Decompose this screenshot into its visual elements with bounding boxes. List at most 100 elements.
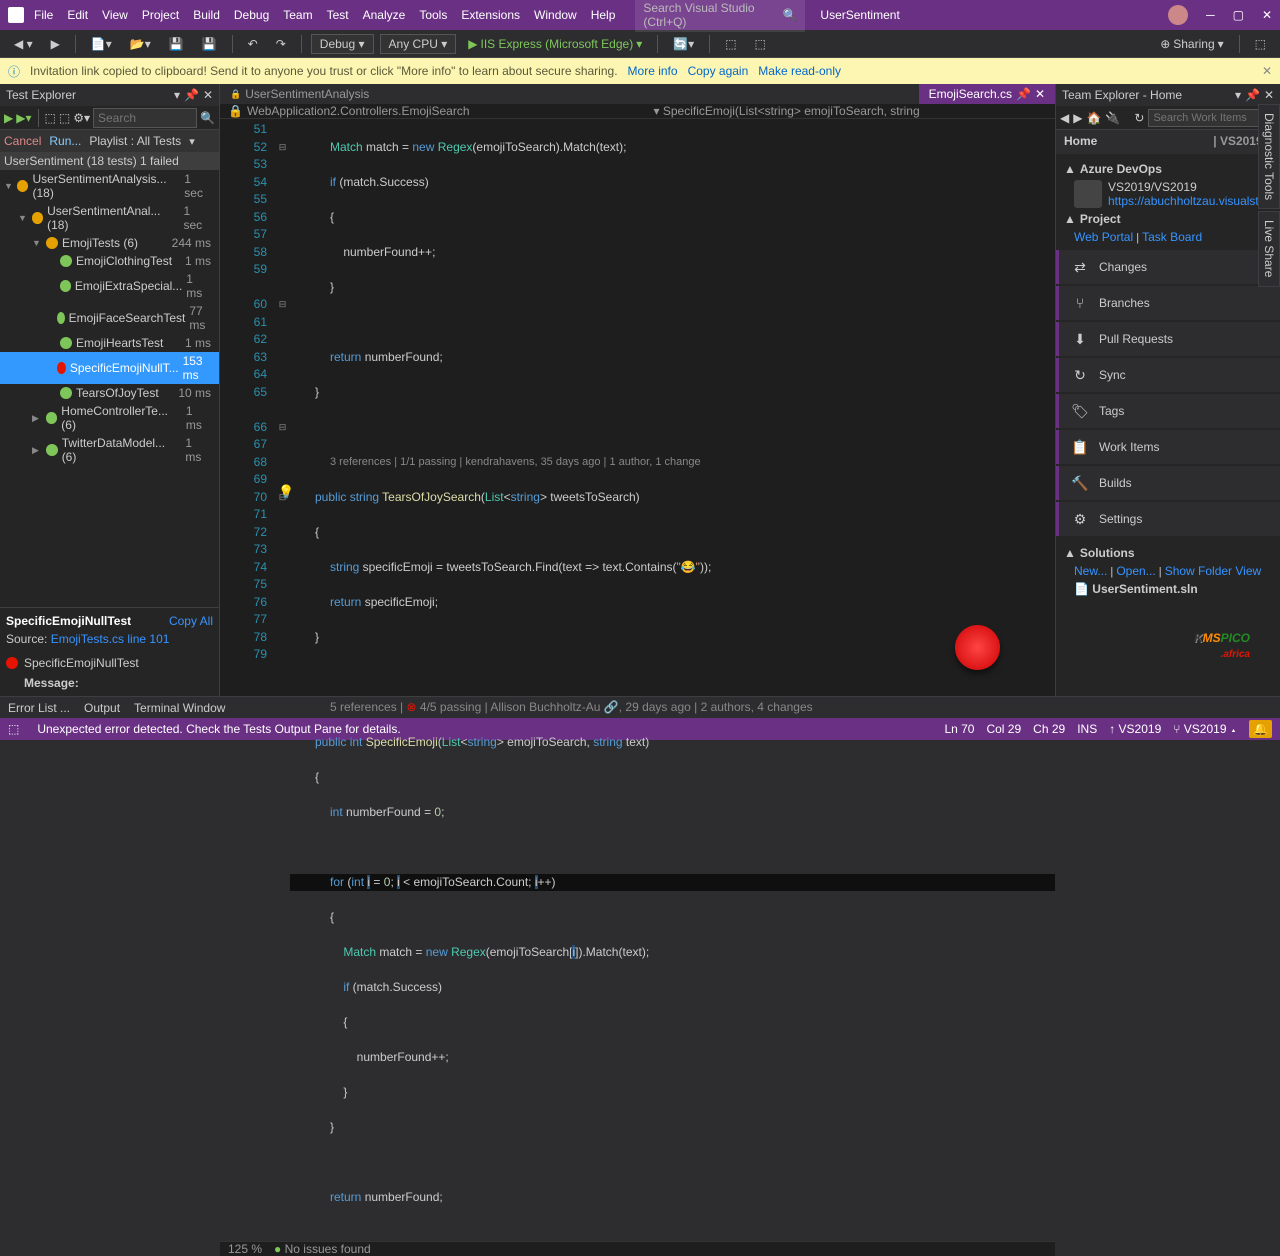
project-section[interactable]: ▲ Project: [1064, 212, 1272, 226]
open-button[interactable]: 📂▾: [124, 35, 157, 53]
test-tree-row[interactable]: ▶HomeControllerTe... (6)1 ms: [0, 402, 219, 434]
menu-test[interactable]: Test: [327, 8, 349, 22]
web-portal-link[interactable]: Web Portal: [1074, 230, 1133, 244]
action-builds[interactable]: 🔨Builds: [1056, 466, 1280, 500]
azure-devops-section[interactable]: ▲ Azure DevOps: [1064, 162, 1272, 176]
test-tree-row[interactable]: ▼UserSentimentAnal... (18)1 sec: [0, 202, 219, 234]
menu-extensions[interactable]: Extensions: [461, 8, 520, 22]
pin-icon[interactable]: 📌: [184, 88, 199, 102]
panel-close-icon[interactable]: ✕: [203, 88, 213, 102]
menu-debug[interactable]: Debug: [234, 8, 269, 22]
search-icon[interactable]: 🔍: [200, 111, 215, 125]
filter-icon[interactable]: ⬚: [59, 111, 70, 125]
dropdown-icon[interactable]: ▾: [1235, 88, 1241, 102]
pin-icon[interactable]: 📌: [1245, 88, 1260, 102]
action-branches[interactable]: ⑂Branches: [1056, 286, 1280, 320]
live-share-tab[interactable]: Live Share: [1258, 211, 1280, 286]
more-info-link[interactable]: More info: [628, 64, 678, 78]
task-board-link[interactable]: Task Board: [1142, 230, 1202, 244]
run-button[interactable]: ▶ IIS Express (Microsoft Edge) ▾: [462, 35, 648, 53]
status-branch[interactable]: ⑂ VS2019 ▴: [1173, 722, 1237, 736]
action-tags[interactable]: 🏷Tags: [1056, 394, 1280, 428]
make-readonly-link[interactable]: Make read-only: [758, 64, 841, 78]
maximize-button[interactable]: ▢: [1233, 8, 1244, 22]
nav-fwd-button[interactable]: ▶: [45, 35, 66, 53]
minimize-button[interactable]: ─: [1206, 8, 1215, 22]
menu-view[interactable]: View: [102, 8, 128, 22]
test-search-input[interactable]: [93, 108, 197, 128]
action-work-items[interactable]: 📋Work Items: [1056, 430, 1280, 464]
action-pull-requests[interactable]: ⬇Pull Requests: [1056, 322, 1280, 356]
run-all-icon[interactable]: ▶: [4, 111, 13, 125]
platform-dropdown[interactable]: Any CPU ▾: [380, 34, 457, 54]
source-link[interactable]: EmojiTests.cs line 101: [51, 632, 170, 646]
test-tree-row[interactable]: EmojiExtraSpecial...1 ms: [0, 270, 219, 302]
back-icon[interactable]: ◀: [1060, 111, 1069, 125]
cancel-link[interactable]: Cancel: [4, 134, 41, 148]
menu-edit[interactable]: Edit: [67, 8, 88, 22]
action-settings[interactable]: ⚙Settings: [1056, 502, 1280, 536]
browser-link-icon[interactable]: ⬚: [719, 35, 742, 53]
config-dropdown[interactable]: Debug ▾: [311, 34, 374, 54]
menu-build[interactable]: Build: [193, 8, 220, 22]
run-icon[interactable]: ▶▾: [16, 111, 31, 125]
tab-usersentiment[interactable]: 🔒UserSentimentAnalysis: [220, 84, 379, 104]
test-tree-row[interactable]: EmojiClothingTest1 ms: [0, 252, 219, 270]
test-tree-row[interactable]: ▼UserSentimentAnalysis... (18)1 sec: [0, 170, 219, 202]
action-sync[interactable]: ↻Sync: [1056, 358, 1280, 392]
error-list-tab[interactable]: Error List ...: [8, 701, 70, 715]
run-link[interactable]: Run...: [49, 134, 81, 148]
refresh-icon[interactable]: ↻: [1134, 111, 1144, 125]
live-share-button[interactable]: ⊕ Sharing ▾: [1154, 35, 1229, 53]
test-tree-row[interactable]: ▶TwitterDataModel... (6)1 ms: [0, 434, 219, 466]
menu-window[interactable]: Window: [534, 8, 577, 22]
codelens[interactable]: 5 references | ⊗ 4/5 passing | Allison B…: [290, 699, 1055, 717]
lightbulb-icon[interactable]: 💡: [278, 484, 294, 500]
playlist-link[interactable]: Playlist : All Tests: [89, 134, 181, 148]
save-all-button[interactable]: 💾: [196, 35, 223, 53]
new-project-button[interactable]: 📄▾: [85, 35, 118, 53]
status-ins[interactable]: INS: [1077, 722, 1097, 736]
folder-view-link[interactable]: Show Folder View: [1165, 564, 1262, 578]
menu-file[interactable]: File: [34, 8, 53, 22]
save-button[interactable]: 💾: [163, 35, 190, 53]
undo-button[interactable]: ↶: [242, 35, 264, 53]
menu-team[interactable]: Team: [283, 8, 312, 22]
tab-close-icon[interactable]: ✕: [1035, 87, 1045, 101]
code-editor[interactable]: Match match = new Regex(emojiToSearch).M…: [290, 119, 1055, 1241]
group-icon[interactable]: ⬚: [45, 111, 56, 125]
menu-analyze[interactable]: Analyze: [363, 8, 406, 22]
fwd-icon[interactable]: ▶: [1073, 111, 1082, 125]
test-tree-row[interactable]: EmojiHeartsTest1 ms: [0, 334, 219, 352]
copy-again-link[interactable]: Copy again: [688, 64, 749, 78]
status-repo[interactable]: ↑ VS2019: [1109, 722, 1161, 736]
zoom-level[interactable]: 125 %: [228, 1242, 262, 1256]
open-link[interactable]: Open...: [1116, 564, 1155, 578]
redo-button[interactable]: ↷: [270, 35, 292, 53]
output-tab[interactable]: Output: [84, 701, 120, 715]
new-link[interactable]: New...: [1074, 564, 1107, 578]
issues-status[interactable]: ● No issues found: [274, 1242, 371, 1256]
action-changes[interactable]: ⇄Changes: [1056, 250, 1280, 284]
quick-launch-search[interactable]: Search Visual Studio (Ctrl+Q)🔍: [635, 0, 805, 32]
menu-help[interactable]: Help: [591, 8, 616, 22]
nav-back-button[interactable]: ◀ ▾: [8, 35, 39, 53]
test-tree-row[interactable]: EmojiFaceSearchTest77 ms: [0, 302, 219, 334]
close-button[interactable]: ✕: [1262, 8, 1272, 22]
user-avatar[interactable]: [1168, 5, 1188, 25]
pin-icon[interactable]: 📌: [1016, 87, 1031, 101]
panel-close-icon[interactable]: ✕: [1264, 88, 1274, 102]
notifications-icon[interactable]: 🔔: [1249, 720, 1272, 738]
infobar-close-icon[interactable]: ✕: [1262, 64, 1272, 78]
breadcrumb-class[interactable]: WebApplication2.Controllers.EmojiSearch: [247, 104, 470, 118]
settings-icon[interactable]: ⚙▾: [73, 111, 90, 125]
test-tree-row[interactable]: SpecificEmojiNullT...153 ms: [0, 352, 219, 384]
devops-url-link[interactable]: https://abuchholtzau.visualstudio....: [1108, 194, 1280, 208]
terminal-tab[interactable]: Terminal Window: [134, 701, 225, 715]
plug-icon[interactable]: 🔌: [1105, 111, 1120, 125]
diagnostic-tools-tab[interactable]: Diagnostic Tools: [1258, 104, 1280, 209]
test-tree-row[interactable]: ▼EmojiTests (6)244 ms: [0, 234, 219, 252]
breadcrumb-method[interactable]: SpecificEmoji(List<string> emojiToSearch…: [663, 104, 920, 118]
menu-tools[interactable]: Tools: [419, 8, 447, 22]
dropdown-icon[interactable]: ▾: [174, 88, 180, 102]
